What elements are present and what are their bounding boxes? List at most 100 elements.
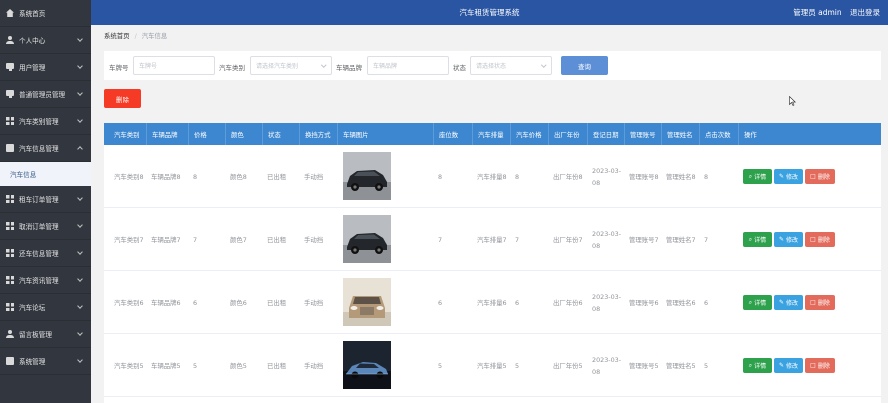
sidebar-item-label: 租车订单管理 [19,196,59,204]
chevron-down-icon [77,222,83,228]
sidebar-item-label: 普通管理员管理 [19,91,66,99]
button-label: 详情 [754,300,767,307]
edit-button[interactable]: ✎ 修改 [774,358,803,373]
edit-button[interactable]: ✎ 修改 [774,232,803,247]
box-icon [6,357,14,365]
table-cell: 出厂年份8 [553,172,583,181]
trash-icon: □ [810,173,816,180]
sidebar-item[interactable]: 还车信息管理 [0,240,91,267]
column-header: 点击次数 [699,123,738,145]
table-cell: 5 [438,361,443,370]
delete-button[interactable]: □ 删除 [805,169,835,184]
sidebar-item[interactable]: 用户管理 [0,54,91,81]
chevron-down-icon [540,62,546,68]
sidebar-item[interactable]: 留言板管理 [0,321,91,348]
column-header: 管理账号 [624,123,661,145]
column-header: 换挡方式 [299,123,337,145]
car-image[interactable] [343,152,391,200]
grid-icon [6,195,14,203]
detail-button[interactable]: ⌕ 详情 [743,169,772,184]
car-image[interactable] [343,341,391,389]
button-label: 详情 [754,363,767,370]
sidebar-item[interactable]: 租车订单管理 [0,186,91,213]
sidebar-item[interactable]: 系统首页 [0,0,91,27]
chevron-down-icon [77,249,83,255]
plate-label: 车牌号 [109,64,129,72]
batch-delete-button[interactable]: 删除 [104,89,141,108]
chevron-down-icon [320,62,326,68]
button-label: 详情 [754,174,767,181]
chevron-down-icon [77,357,83,363]
trash-icon: □ [810,236,816,243]
car-image[interactable] [343,278,391,326]
sidebar-item[interactable]: 取消订单管理 [0,213,91,240]
trash-icon: □ [810,362,816,369]
detail-button[interactable]: ⌕ 详情 [743,295,772,310]
table-cell: 出厂年份5 [553,361,583,370]
table-cell: 颜色7 [230,235,247,244]
breadcrumb: 系统首页 / 汽车信息 [104,31,167,40]
sidebar-item[interactable]: 汽车类别管理 [0,108,91,135]
status-label: 状态 [453,64,466,72]
table-row: 汽车类别5 车辆品牌5 5 颜色5 已出租 手动挡 5 汽车排量5 5 出厂年份5 2023-03-… [104,334,881,397]
query-button[interactable]: 查询 [561,56,608,75]
table-cell: 手动挡 [304,361,324,370]
user-icon [6,36,14,44]
sidebar-subitem[interactable]: 汽车信息 [0,162,91,186]
button-label: 删除 [817,174,830,181]
sidebar-item-label: 用户管理 [19,64,46,72]
mouse-cursor-icon [789,96,796,106]
column-header: 汽车类别 [114,130,140,139]
user-area: 管理员 admin 退出登录 [787,7,880,18]
table-cell: 汽车类别8 [114,172,144,181]
column-header: 出厂年份 [548,123,587,145]
search-icon: ⌕ [748,235,753,243]
sidebar-item-label: 汽车资讯管理 [19,277,59,285]
edit-button[interactable]: ✎ 修改 [774,295,803,310]
sidebar-item-label: 汽车论坛 [19,304,46,312]
table-cell: 汽车类别6 [114,298,144,307]
sidebar-item[interactable]: 系统管理 [0,348,91,375]
grid-icon [6,117,14,125]
table-cell: 已出租 [267,172,287,181]
category-select[interactable]: 请选择汽车类别 [250,56,332,75]
table-cell: 颜色6 [230,298,247,307]
sidebar-item[interactable]: 汽车论坛 [0,294,91,321]
monitor-icon [6,63,14,71]
detail-button[interactable]: ⌕ 详情 [743,232,772,247]
delete-button[interactable]: □ 删除 [805,358,835,373]
column-header: 颜色 [225,123,262,145]
sidebar-item[interactable]: 汽车信息管理 [0,135,91,162]
chevron-down-icon [77,63,83,69]
home-icon [6,9,14,17]
search-icon: ⌕ [748,172,753,180]
logout-link[interactable]: 退出登录 [850,8,880,17]
sidebar-item-label: 系统首页 [19,10,46,18]
button-label: 详情 [754,237,767,244]
detail-button[interactable]: ⌕ 详情 [743,358,772,373]
table-cell: 汽车排量7 [477,235,507,244]
table-row: 汽车类别8 车辆品牌8 8 颜色8 已出租 手动挡 8 汽车排量8 8 出厂年份8 2023-03-… [104,145,881,208]
table-cell: 2023-03-08 [592,355,622,376]
status-select[interactable]: 请选择状态 [470,56,552,75]
delete-button[interactable]: □ 删除 [805,295,835,310]
category-label: 汽车类别 [219,64,245,72]
sidebar-item-label: 还车信息管理 [19,250,59,258]
plate-input[interactable]: 车牌号 [133,56,215,75]
table-cell: 汽车类别5 [114,361,144,370]
table-row: 汽车类别7 车辆品牌7 7 颜色7 已出租 手动挡 7 汽车排量7 7 出厂年份7 2023-03-… [104,208,881,271]
sidebar-item-label: 汽车类别管理 [19,118,59,126]
table-cell: 管理账号5 [629,361,659,370]
car-image[interactable] [343,215,391,263]
breadcrumb-home[interactable]: 系统首页 [104,32,130,40]
table-cell: 汽车排量6 [477,298,507,307]
chevron-down-icon [77,90,83,96]
category-select-text: 请选择汽车类别 [256,63,299,70]
edit-button[interactable]: ✎ 修改 [774,169,803,184]
delete-button[interactable]: □ 删除 [805,232,835,247]
sidebar-item[interactable]: 普通管理员管理 [0,81,91,108]
sidebar-item[interactable]: 汽车资讯管理 [0,267,91,294]
chevron-down-icon [77,117,83,123]
sidebar-item[interactable]: 个人中心 [0,27,91,54]
brand-input[interactable]: 车辆品牌 [367,56,449,75]
